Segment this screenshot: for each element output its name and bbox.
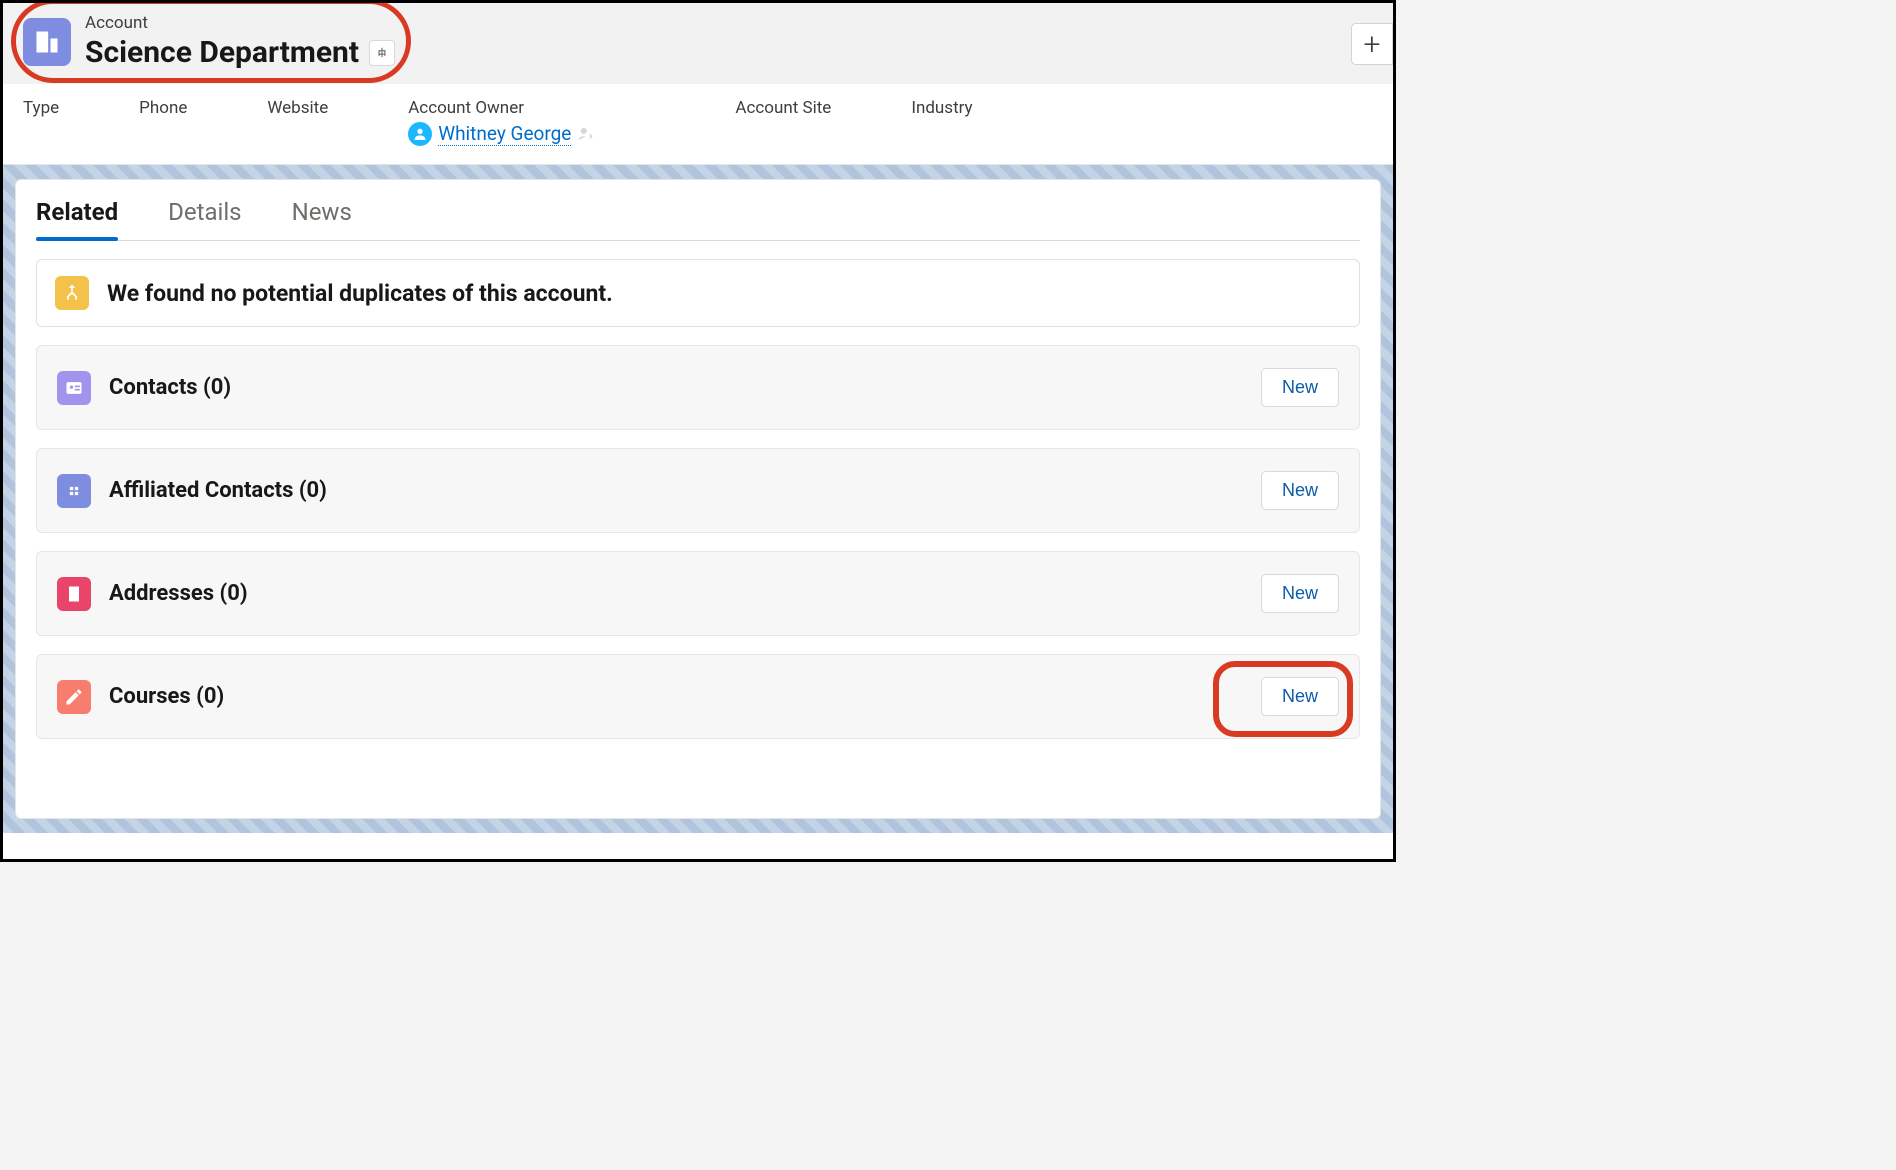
field-industry-label: Industry — [911, 98, 972, 118]
account-record-page: Account Science Department + Type Phone … — [0, 0, 1396, 862]
field-phone-label: Phone — [139, 98, 187, 118]
courses-new-button[interactable]: New — [1261, 677, 1339, 716]
field-site: Account Site — [735, 98, 831, 146]
addresses-new-button[interactable]: New — [1261, 574, 1339, 613]
tab-related[interactable]: Related — [36, 198, 118, 240]
hierarchy-button[interactable] — [369, 40, 395, 66]
record-header: Account Science Department + — [3, 3, 1393, 84]
owner-link[interactable]: Whitney George — [438, 122, 571, 146]
record-title-block: Account Science Department — [85, 13, 395, 70]
affiliated-contacts-new-button[interactable]: New — [1261, 471, 1339, 510]
related-affiliated-contacts: Affiliated Contacts (0) New — [36, 448, 1360, 533]
related-card: Related Details News We found no potenti… — [15, 179, 1381, 819]
avatar-icon — [408, 122, 432, 146]
record-body: Related Details News We found no potenti… — [3, 165, 1393, 833]
courses-icon — [57, 680, 91, 714]
related-addresses: Addresses (0) New — [36, 551, 1360, 636]
field-type-label: Type — [23, 98, 59, 118]
object-label: Account — [85, 13, 395, 33]
courses-title[interactable]: Courses (0) — [109, 684, 224, 709]
addresses-title[interactable]: Addresses (0) — [109, 581, 248, 606]
contacts-title[interactable]: Contacts (0) — [109, 375, 231, 400]
duplicate-notice: We found no potential duplicates of this… — [36, 259, 1360, 327]
contacts-icon — [57, 371, 91, 405]
field-industry: Industry — [911, 98, 972, 146]
record-title-text: Science Department — [85, 35, 359, 70]
field-phone: Phone — [139, 98, 187, 146]
merge-icon — [55, 276, 89, 310]
record-title: Science Department — [85, 35, 395, 70]
tab-details[interactable]: Details — [168, 198, 241, 240]
related-courses: Courses (0) New — [36, 654, 1360, 739]
contacts-new-button[interactable]: New — [1261, 368, 1339, 407]
follow-add-button[interactable]: + — [1351, 23, 1393, 65]
affiliated-contacts-title[interactable]: Affiliated Contacts (0) — [109, 478, 327, 503]
highlight-fields: Type Phone Website Account Owner Whitney… — [3, 84, 1393, 165]
tabs: Related Details News — [36, 198, 1360, 241]
addresses-icon — [57, 577, 91, 611]
field-site-label: Account Site — [735, 98, 831, 118]
field-owner: Account Owner Whitney George — [408, 98, 595, 146]
account-icon — [23, 18, 71, 66]
field-website: Website — [267, 98, 328, 146]
duplicate-text: We found no potential duplicates of this… — [107, 280, 613, 307]
field-owner-label: Account Owner — [408, 98, 595, 118]
affiliated-contacts-icon — [57, 474, 91, 508]
related-contacts: Contacts (0) New — [36, 345, 1360, 430]
tab-news[interactable]: News — [292, 198, 352, 240]
field-website-label: Website — [267, 98, 328, 118]
field-type: Type — [23, 98, 59, 146]
change-owner-icon[interactable] — [577, 125, 595, 143]
